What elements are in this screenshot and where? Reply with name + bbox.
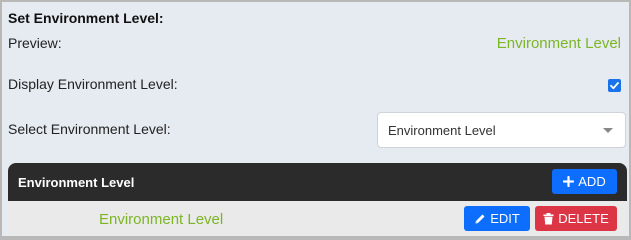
pencil-icon: [475, 214, 485, 223]
preview-value: Environment Level: [496, 35, 621, 52]
plus-icon: [563, 176, 575, 187]
delete-button-label: DELETE: [558, 211, 609, 226]
trash-icon: [543, 212, 554, 224]
check-icon: [610, 82, 619, 90]
edit-button-label: EDIT: [490, 211, 520, 226]
display-environment-level-checkbox[interactable]: [608, 79, 621, 92]
settings-title: Set Environment Level:: [8, 10, 164, 26]
display-environment-level-label: Display Environment Level:: [8, 76, 178, 92]
delete-button[interactable]: DELETE: [535, 206, 617, 231]
row-environment-level-value: Environment Level: [99, 211, 224, 228]
edit-button[interactable]: EDIT: [464, 206, 530, 231]
environment-level-panel: Set Environment Level: Preview: Environm…: [2, 2, 629, 236]
environment-level-select-value: Environment Level: [388, 123, 496, 138]
table-header-title: Environment Level: [18, 175, 135, 190]
add-button[interactable]: ADD: [552, 169, 617, 194]
select-environment-level-label: Select Environment Level:: [8, 121, 171, 137]
add-button-label: ADD: [578, 174, 606, 189]
environment-level-select[interactable]: Environment Level: [377, 112, 626, 148]
chevron-down-icon: [603, 128, 613, 133]
table-header: Environment Level ADD: [8, 163, 627, 201]
preview-label: Preview:: [8, 35, 62, 51]
table-row: Environment Level EDIT DELETE: [8, 201, 627, 236]
